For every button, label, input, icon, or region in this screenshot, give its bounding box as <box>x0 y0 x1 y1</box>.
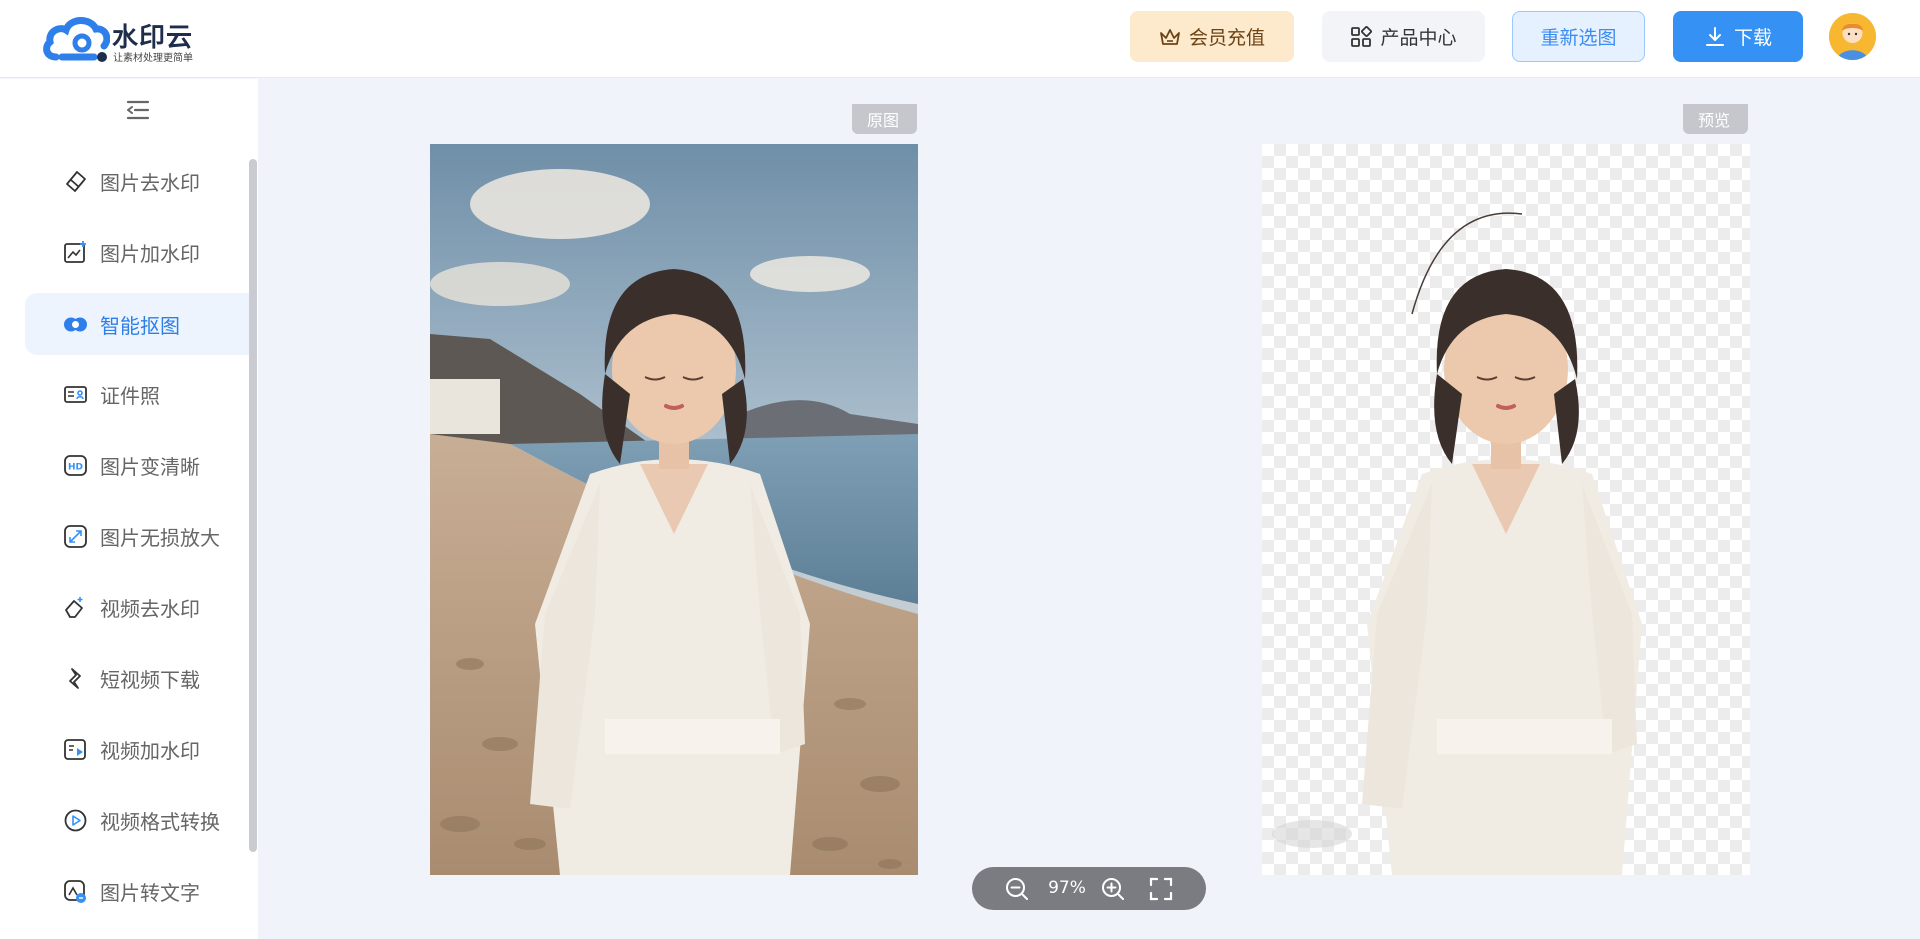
enlarge-icon <box>64 525 87 548</box>
zoom-control: 97% <box>972 867 1206 910</box>
download-label: 下载 <box>1733 27 1772 49</box>
sidebar-item-label: 图片加水印 <box>100 241 200 266</box>
sidebar-item-label: 智能抠图 <box>100 313 180 338</box>
eraser-icon <box>66 171 86 192</box>
zoom-in-icon[interactable] <box>1100 876 1126 902</box>
vip-label: 会员充值 <box>1188 27 1265 49</box>
sidebar-item-label: 图片去水印 <box>100 170 200 195</box>
reselect-label: 重新选图 <box>1540 27 1617 49</box>
image-add-icon <box>64 241 86 263</box>
brand-slogan: 让素材处理更简单 <box>113 53 193 64</box>
hd-icon: HD <box>64 455 87 476</box>
vip-recharge-button[interactable]: 会员充值 <box>1130 11 1294 62</box>
reselect-image-button[interactable]: 重新选图 <box>1512 11 1645 62</box>
download-button[interactable]: 下载 <box>1673 11 1803 62</box>
avatar-icon <box>1829 13 1876 60</box>
zoom-level: 97% <box>1048 878 1086 898</box>
product-label: 产品中心 <box>1380 27 1457 49</box>
video-eraser-icon <box>65 597 83 618</box>
ocr-icon <box>64 880 86 903</box>
sidebar-item-label: 图片无损放大 <box>100 525 220 550</box>
sidebar-scrollbar[interactable] <box>249 159 257 852</box>
product-center-button[interactable]: 产品中心 <box>1322 11 1485 62</box>
crown-icon <box>1160 28 1180 45</box>
preview-image <box>1262 144 1750 875</box>
zoom-out-icon[interactable] <box>1004 876 1030 902</box>
cutout-person <box>1272 212 1642 875</box>
user-avatar[interactable] <box>1829 13 1876 60</box>
sidebar-item-video-watermark-add[interactable]: 视频加水印 <box>25 718 250 780</box>
original-tag: 原图 <box>852 104 917 134</box>
sidebar-item-watermark-remove[interactable]: 图片去水印 <box>25 150 250 212</box>
cloud-logo-icon <box>43 17 110 62</box>
sidebar-item-label: 视频加水印 <box>100 738 200 763</box>
sidebar-item-label: 视频格式转换 <box>100 809 220 834</box>
sidebar: 图片去水印 图片加水印 智能抠图 证件照 HD 图片变清晰 图片无损放大 视频去… <box>0 79 258 939</box>
logo[interactable]: 水印云 让素材处理更简单 <box>42 13 212 64</box>
original-image <box>430 144 918 875</box>
sidebar-item-enlarge[interactable]: 图片无损放大 <box>25 505 250 567</box>
sidebar-item-id-photo[interactable]: 证件照 <box>25 363 250 425</box>
fullscreen-icon[interactable] <box>1148 876 1174 902</box>
sidebar-item-video-download[interactable]: 短视频下载 <box>25 647 250 709</box>
sidebar-item-ocr[interactable]: 图片转文字 <box>25 860 250 922</box>
sidebar-item-label: 视频去水印 <box>100 596 200 621</box>
grid-apps-icon <box>1351 25 1373 47</box>
original-photo-scene <box>430 144 918 875</box>
sidebar-item-label: 短视频下载 <box>100 667 200 692</box>
sidebar-item-enhance[interactable]: HD 图片变清晰 <box>25 434 250 496</box>
svg-text:HD: HD <box>68 463 83 473</box>
collapse-menu-icon[interactable] <box>124 99 152 121</box>
preview-tag: 预览 <box>1683 104 1748 134</box>
sidebar-item-cutout[interactable]: 智能抠图 <box>25 293 250 355</box>
video-convert-icon <box>64 809 87 832</box>
sidebar-item-label: 图片转文字 <box>100 880 200 905</box>
sidebar-item-video-convert[interactable]: 视频格式转换 <box>25 789 250 851</box>
download-icon <box>1705 26 1724 46</box>
video-download-icon <box>69 668 81 689</box>
sidebar-item-video-watermark-remove[interactable]: 视频去水印 <box>25 576 250 638</box>
sidebar-item-label: 证件照 <box>100 383 160 408</box>
id-card-icon <box>64 386 87 403</box>
sidebar-item-label: 图片变清晰 <box>100 454 200 479</box>
top-header: 水印云 让素材处理更简单 会员充值 产品中心 重新选图 下载 <box>0 0 1920 78</box>
cutout-icon <box>64 317 87 332</box>
video-watermark-icon <box>64 739 86 760</box>
sidebar-item-watermark-add[interactable]: 图片加水印 <box>25 221 250 283</box>
